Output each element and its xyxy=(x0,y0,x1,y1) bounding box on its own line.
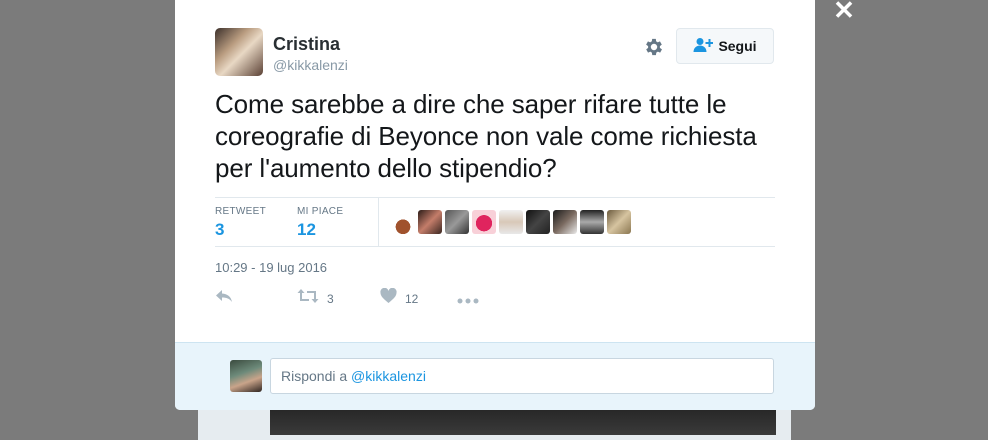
like-count: 12 xyxy=(405,291,419,306)
retweet-stat-label: RETWEET xyxy=(215,206,266,217)
reply-placeholder: Rispondi a xyxy=(281,368,352,384)
reply-button[interactable] xyxy=(215,288,233,309)
add-user-icon xyxy=(693,37,714,56)
liker-avatar[interactable] xyxy=(607,210,631,234)
author-name[interactable]: Cristina xyxy=(273,34,340,55)
author-handle[interactable]: @kikkalenzi xyxy=(273,57,348,73)
reply-input[interactable]: Rispondi a @kikkalenzi xyxy=(270,358,774,394)
tweet-text: Come sarebbe a dire che saper rifare tut… xyxy=(215,89,757,183)
retweet-stat[interactable]: RETWEET 3 xyxy=(215,206,266,240)
more-button[interactable] xyxy=(457,292,479,310)
tweet-actions: 3 12 xyxy=(215,287,775,312)
user-avatar xyxy=(230,360,262,392)
avatar[interactable] xyxy=(215,28,263,76)
tweet-stats: RETWEET 3 MI PIACE 12 xyxy=(215,197,775,247)
liker-avatar[interactable] xyxy=(472,210,496,234)
liker-avatar[interactable] xyxy=(553,210,577,234)
liker-avatar[interactable] xyxy=(391,210,415,234)
reply-mention: @kikkalenzi xyxy=(351,368,426,384)
stats-divider xyxy=(378,198,379,246)
retweet-icon xyxy=(297,288,319,309)
close-icon: ✕ xyxy=(833,0,855,25)
retweet-count: 3 xyxy=(327,291,334,306)
liker-avatar[interactable] xyxy=(526,210,550,234)
follow-label: Segui xyxy=(718,38,757,54)
likes-stat-label: MI PIACE xyxy=(297,206,344,217)
likes-stat-count: 12 xyxy=(297,220,316,239)
tweet-timestamp[interactable]: 10:29 - 19 lug 2016 xyxy=(215,260,327,275)
like-button[interactable]: 12 xyxy=(380,287,419,309)
heart-icon xyxy=(380,287,397,309)
likes-stat[interactable]: MI PIACE 12 xyxy=(297,206,343,240)
follow-button[interactable]: Segui xyxy=(676,28,774,64)
retweet-stat-count: 3 xyxy=(215,220,225,239)
liker-avatar[interactable] xyxy=(499,210,523,234)
gear-icon[interactable] xyxy=(643,36,665,58)
retweet-button[interactable]: 3 xyxy=(297,288,334,309)
reply-area: Rispondi a @kikkalenzi xyxy=(175,342,815,410)
likers-avatars xyxy=(391,210,631,234)
tweet-modal: Cristina @kikkalenzi Segui Come sarebbe … xyxy=(175,0,815,410)
close-button[interactable]: ✕ xyxy=(830,0,858,24)
liker-avatar[interactable] xyxy=(418,210,442,234)
liker-avatar[interactable] xyxy=(580,210,604,234)
liker-avatar[interactable] xyxy=(445,210,469,234)
reply-icon xyxy=(215,288,233,309)
more-icon xyxy=(457,292,479,310)
